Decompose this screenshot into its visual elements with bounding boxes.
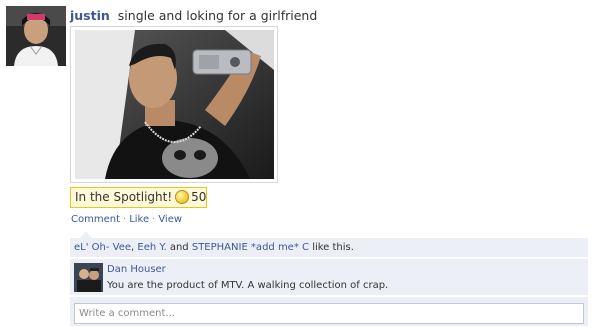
like-link[interactable]: Like	[129, 214, 149, 225]
photo-frame[interactable]	[70, 26, 278, 183]
spotlight-badge[interactable]: In the Spotlight! 50	[70, 187, 207, 208]
commenter-avatar[interactable]	[74, 263, 103, 292]
comment-composer	[70, 297, 588, 326]
story-header: justin single and loking for a girlfrien…	[70, 8, 317, 24]
comment-input[interactable]	[74, 303, 584, 324]
view-link[interactable]: View	[158, 214, 182, 225]
liker-name[interactable]: STEPHANIE *add me* C	[192, 242, 309, 253]
comment-text: You are the product of MTV. A walking co…	[107, 280, 389, 291]
action-separator: ·	[123, 214, 127, 225]
likes-and: and	[169, 242, 189, 253]
photo-image	[75, 30, 274, 179]
spotlight-label: In the Spotlight!	[75, 190, 173, 204]
photo[interactable]	[75, 30, 274, 179]
feedback-nub	[80, 231, 92, 238]
spotlight-points: 50	[191, 190, 207, 204]
poster-avatar-image	[6, 6, 66, 66]
commenter-name-link[interactable]: Dan Houser	[107, 264, 166, 275]
likes-sentence: eL' Oh- Vee, Eeh Y. and STEPHANIE *add m…	[70, 238, 588, 257]
author-name-link[interactable]: justin	[70, 8, 110, 23]
liker-name[interactable]: eL' Oh- Vee	[74, 242, 131, 253]
liker-name[interactable]: Eeh Y.	[137, 242, 166, 253]
action-separator: ·	[152, 214, 156, 225]
commenter-avatar-image	[74, 263, 103, 292]
likes-suffix: like this.	[312, 242, 354, 253]
coin-icon	[175, 190, 190, 204]
poster-avatar[interactable]	[6, 6, 66, 66]
story-actions: Comment · Like · View	[71, 214, 182, 225]
comment-link[interactable]: Comment	[71, 214, 120, 225]
status-text: single and loking for a girlfriend	[117, 8, 318, 23]
comment-item: Dan Houser You are the product of MTV. A…	[70, 259, 588, 295]
